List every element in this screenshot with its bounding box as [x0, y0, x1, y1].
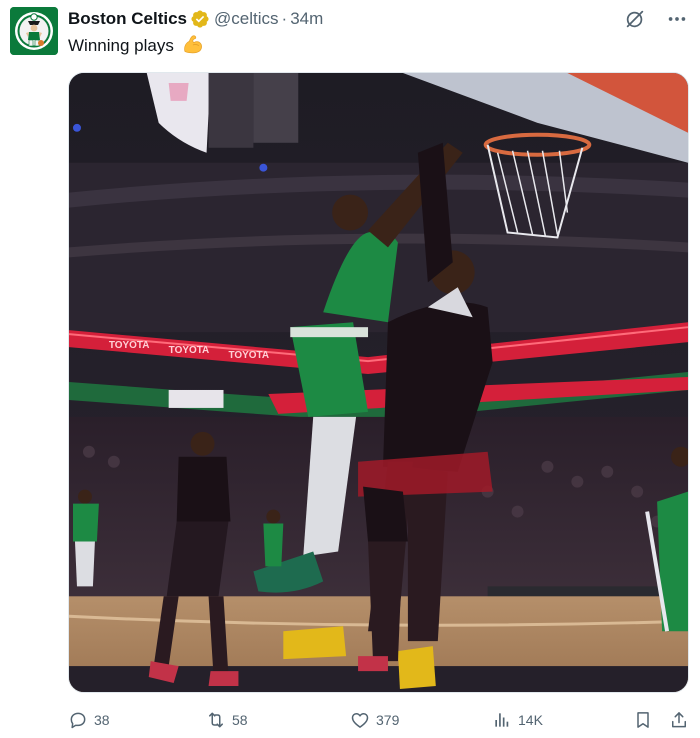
author-name[interactable]: Boston Celtics — [68, 9, 187, 29]
view-count: 14K — [518, 712, 543, 728]
tweet-text-content: Winning plays — [68, 36, 174, 55]
more-icon[interactable] — [666, 8, 688, 30]
signage-text-1: TOYOTA — [109, 340, 150, 351]
retweet-count: 58 — [232, 712, 248, 728]
bookmark-button[interactable] — [633, 707, 653, 733]
share-button[interactable] — [669, 707, 689, 733]
like-count: 379 — [376, 712, 400, 728]
like-icon — [351, 713, 369, 728]
views-button[interactable]: 14K — [492, 707, 543, 733]
timestamp[interactable]: 34m — [290, 9, 323, 29]
celtics-logo-icon — [10, 7, 58, 55]
tweet-action-bar: 38 58 379 14K — [68, 707, 693, 733]
retweet-icon — [209, 712, 223, 728]
avatar[interactable] — [10, 7, 58, 55]
tweet-text: Winning plays — [68, 34, 204, 56]
tweet-header: Boston Celtics @celtics · 34m — [68, 8, 323, 30]
reply-count: 38 — [94, 712, 110, 728]
tweet-media-video[interactable]: TOYOTA TOYOTA TOYOTA — [68, 72, 689, 693]
views-icon — [495, 713, 509, 727]
bookmark-icon — [637, 712, 649, 728]
like-button[interactable]: 379 — [350, 707, 399, 733]
basketball-dunk-image: TOYOTA TOYOTA TOYOTA — [69, 73, 688, 692]
reply-icon — [70, 712, 86, 729]
separator-dot: · — [281, 9, 288, 28]
flexed-biceps-icon — [182, 34, 204, 54]
signage-text-3: TOYOTA — [228, 350, 269, 361]
signage-text-2: TOYOTA — [169, 345, 210, 356]
grok-icon[interactable] — [624, 8, 646, 30]
tweet-top-actions — [624, 8, 688, 30]
author-handle[interactable]: @celtics — [214, 9, 279, 29]
share-icon — [672, 712, 686, 728]
verified-badge-icon — [190, 9, 210, 29]
reply-button[interactable]: 38 — [68, 707, 110, 733]
retweet-button[interactable]: 58 — [206, 707, 248, 733]
